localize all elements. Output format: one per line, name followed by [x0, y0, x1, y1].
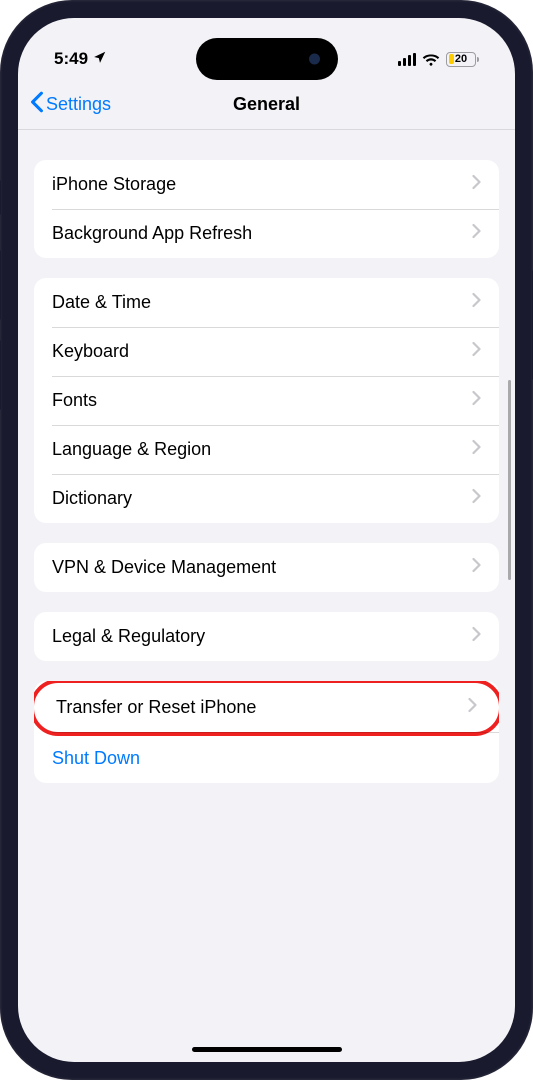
- row-label: Background App Refresh: [52, 223, 252, 244]
- row-dictionary[interactable]: Dictionary: [34, 474, 499, 523]
- nav-bar: Settings General: [18, 80, 515, 130]
- back-label: Settings: [46, 94, 111, 115]
- battery-level: 20: [455, 53, 467, 65]
- chevron-right-icon: [472, 626, 481, 647]
- row-iphone-storage[interactable]: iPhone Storage: [34, 160, 499, 209]
- back-button[interactable]: Settings: [30, 91, 111, 118]
- row-label: Transfer or Reset iPhone: [56, 697, 256, 718]
- row-label: Language & Region: [52, 439, 211, 460]
- chevron-right-icon: [472, 488, 481, 509]
- chevron-left-icon: [30, 91, 44, 118]
- row-label: Dictionary: [52, 488, 132, 509]
- content-scroll[interactable]: iPhone Storage Background App Refresh Da…: [18, 130, 515, 1032]
- chevron-right-icon: [472, 174, 481, 195]
- scroll-indicator[interactable]: [508, 380, 511, 580]
- chevron-right-icon: [472, 341, 481, 362]
- chevron-right-icon: [472, 557, 481, 578]
- screen: 5:49 20: [18, 18, 515, 1062]
- silent-switch: [0, 180, 1, 215]
- chevron-right-icon: [468, 697, 477, 718]
- row-background-app-refresh[interactable]: Background App Refresh: [34, 209, 499, 258]
- row-label: Shut Down: [52, 748, 140, 769]
- row-label: Fonts: [52, 390, 97, 411]
- section-vpn: VPN & Device Management: [34, 543, 499, 592]
- row-vpn-device-management[interactable]: VPN & Device Management: [34, 543, 499, 592]
- status-right: 20: [398, 52, 479, 67]
- row-label: Legal & Regulatory: [52, 626, 205, 647]
- dynamic-island: [196, 38, 338, 80]
- row-legal-regulatory[interactable]: Legal & Regulatory: [34, 612, 499, 661]
- row-date-time[interactable]: Date & Time: [34, 278, 499, 327]
- battery-icon: 20: [446, 52, 479, 67]
- status-left: 5:49: [54, 49, 107, 69]
- section-storage: iPhone Storage Background App Refresh: [34, 160, 499, 258]
- section-locale: Date & Time Keyboard Fonts Language & Re…: [34, 278, 499, 523]
- row-label: iPhone Storage: [52, 174, 176, 195]
- chevron-right-icon: [472, 223, 481, 244]
- wifi-icon: [422, 52, 440, 66]
- signal-icon: [398, 53, 416, 66]
- row-label: Date & Time: [52, 292, 151, 313]
- chevron-right-icon: [472, 292, 481, 313]
- row-shut-down[interactable]: Shut Down: [34, 734, 499, 783]
- section-legal: Legal & Regulatory: [34, 612, 499, 661]
- volume-up-button: [0, 250, 1, 320]
- section-reset: Transfer or Reset iPhone Shut Down: [34, 681, 499, 783]
- status-time: 5:49: [54, 49, 88, 69]
- location-icon: [93, 49, 107, 69]
- phone-frame: 5:49 20: [0, 0, 533, 1080]
- row-language-region[interactable]: Language & Region: [34, 425, 499, 474]
- chevron-right-icon: [472, 439, 481, 460]
- row-label: VPN & Device Management: [52, 557, 276, 578]
- home-indicator[interactable]: [192, 1047, 342, 1052]
- row-keyboard[interactable]: Keyboard: [34, 327, 499, 376]
- chevron-right-icon: [472, 390, 481, 411]
- page-title: General: [233, 94, 300, 115]
- row-transfer-reset-iphone[interactable]: Transfer or Reset iPhone: [34, 681, 499, 736]
- row-label: Keyboard: [52, 341, 129, 362]
- volume-down-button: [0, 340, 1, 410]
- row-fonts[interactable]: Fonts: [34, 376, 499, 425]
